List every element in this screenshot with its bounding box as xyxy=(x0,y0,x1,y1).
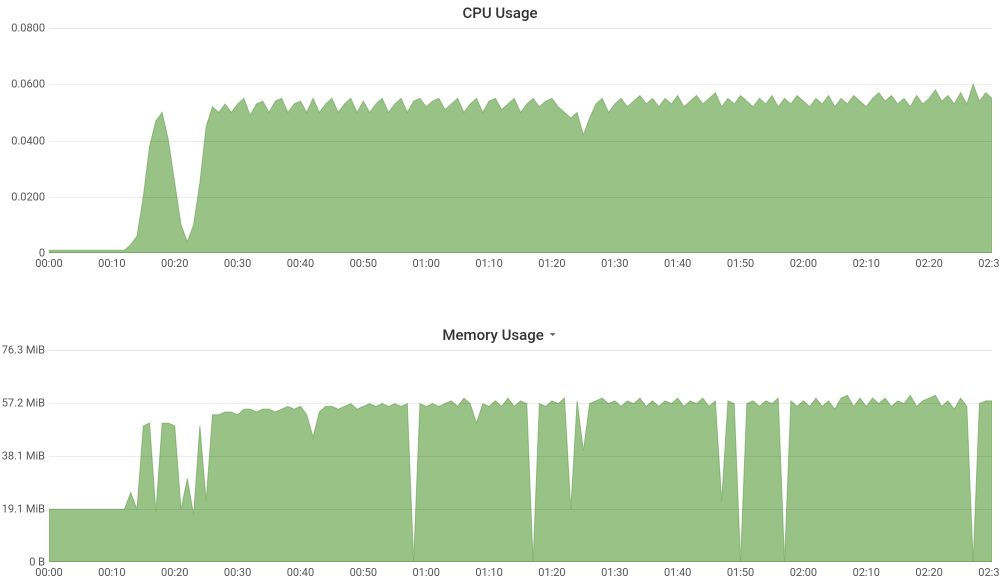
x-tick-label: 01:20 xyxy=(538,566,565,579)
x-tick-label: 01:30 xyxy=(601,257,628,270)
x-tick-label: 02:20 xyxy=(915,257,942,270)
gridline xyxy=(49,509,992,510)
x-tick-label: 01:40 xyxy=(664,566,691,579)
x-tick-label: 00:10 xyxy=(98,566,125,579)
gridline xyxy=(49,141,992,142)
x-tick-label: 00:20 xyxy=(161,566,188,579)
x-tick-label: 00:40 xyxy=(287,566,314,579)
chart-panel-memory: Memory Usage ▼ 00:0000:1000:2000:3000:40… xyxy=(0,322,1000,582)
y-tick-label: 0.0600 xyxy=(0,78,45,91)
chart-title-text: CPU Usage xyxy=(462,4,537,22)
gridline xyxy=(49,84,992,85)
y-tick-label: 0.0400 xyxy=(0,134,45,147)
grid-bottom xyxy=(49,561,992,562)
chart-title-memory[interactable]: Memory Usage ▼ xyxy=(0,322,1000,350)
y-tick-label: 0 B xyxy=(0,556,45,569)
y-tick-label: 0.0800 xyxy=(0,22,45,35)
gridline xyxy=(49,403,992,404)
x-tick-label: 02:20 xyxy=(915,566,942,579)
x-tick-label: 01:50 xyxy=(727,566,754,579)
y-tick-label: 57.2 MiB xyxy=(0,397,45,410)
chart-body-memory[interactable]: 00:0000:1000:2000:3000:4000:5001:0001:10… xyxy=(0,350,1000,580)
grid-bottom xyxy=(49,252,992,253)
x-tick-label: 02:10 xyxy=(853,257,880,270)
x-tick-label: 00:20 xyxy=(161,257,188,270)
x-tick-label: 02:00 xyxy=(790,566,817,579)
x-axis-labels-cpu: 00:0000:1000:2000:3000:4000:5001:0001:10… xyxy=(49,257,992,271)
chart-panel-cpu: CPU Usage 00:0000:1000:2000:3000:4000:50… xyxy=(0,0,1000,273)
x-tick-label: 01:20 xyxy=(538,257,565,270)
x-tick-label: 01:00 xyxy=(412,566,439,579)
x-axis-labels-memory: 00:0000:1000:2000:3000:4000:5001:0001:10… xyxy=(49,566,992,580)
x-tick-label: 00:50 xyxy=(350,257,377,270)
x-tick-label: 02:10 xyxy=(853,566,880,579)
x-tick-label: 02:00 xyxy=(790,257,817,270)
x-tick-label: 02:30 xyxy=(978,257,1000,270)
x-tick-label: 01:00 xyxy=(412,257,439,270)
y-tick-label: 0.0200 xyxy=(0,190,45,203)
chart-body-cpu[interactable]: 00:0000:1000:2000:3000:4000:5001:0001:10… xyxy=(0,28,1000,271)
x-tick-label: 00:30 xyxy=(224,257,251,270)
chevron-down-icon: ▼ xyxy=(548,331,558,337)
x-tick-label: 01:50 xyxy=(727,257,754,270)
x-tick-label: 02:30 xyxy=(978,566,1000,579)
y-tick-label: 76.3 MiB xyxy=(0,344,45,357)
x-tick-label: 01:40 xyxy=(664,257,691,270)
x-tick-label: 00:30 xyxy=(224,566,251,579)
x-tick-label: 01:10 xyxy=(475,566,502,579)
x-tick-label: 00:40 xyxy=(287,257,314,270)
y-tick-label: 0 xyxy=(0,247,45,260)
x-tick-label: 00:10 xyxy=(98,257,125,270)
chart-title-text: Memory Usage xyxy=(442,326,543,344)
y-tick-label: 19.1 MiB xyxy=(0,503,45,516)
gridline xyxy=(49,456,992,457)
gridline xyxy=(49,197,992,198)
x-tick-label: 01:10 xyxy=(475,257,502,270)
chart-title-cpu[interactable]: CPU Usage xyxy=(0,0,1000,28)
x-tick-label: 01:30 xyxy=(601,566,628,579)
x-tick-label: 00:50 xyxy=(350,566,377,579)
y-tick-label: 38.1 MiB xyxy=(0,450,45,463)
